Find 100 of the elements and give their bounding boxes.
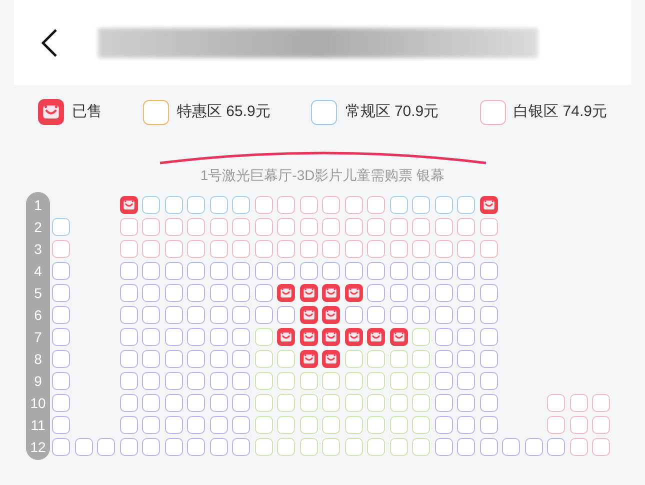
- seat[interactable]: [277, 438, 295, 456]
- seat[interactable]: [480, 372, 498, 390]
- seat[interactable]: [434, 328, 452, 346]
- seat[interactable]: [322, 438, 340, 456]
- seat[interactable]: [232, 328, 250, 346]
- seat[interactable]: [164, 416, 182, 434]
- seat[interactable]: [187, 262, 205, 280]
- seat[interactable]: [300, 416, 318, 434]
- seat[interactable]: [367, 240, 385, 258]
- seat[interactable]: [164, 328, 182, 346]
- seat[interactable]: [187, 350, 205, 368]
- seat[interactable]: [187, 416, 205, 434]
- seat[interactable]: [52, 350, 70, 368]
- seat[interactable]: [367, 350, 385, 368]
- seat[interactable]: [480, 438, 498, 456]
- seat[interactable]: [344, 262, 362, 280]
- seat[interactable]: [547, 394, 565, 412]
- seat[interactable]: [412, 262, 430, 280]
- seat[interactable]: [457, 416, 475, 434]
- seat[interactable]: [480, 262, 498, 280]
- seat[interactable]: [480, 284, 498, 302]
- seat[interactable]: [210, 196, 228, 214]
- seat[interactable]: [480, 218, 498, 236]
- seat[interactable]: [367, 284, 385, 302]
- seat[interactable]: [367, 196, 385, 214]
- seat[interactable]: [120, 394, 138, 412]
- seat[interactable]: [164, 394, 182, 412]
- seat[interactable]: [412, 218, 430, 236]
- seat[interactable]: [480, 350, 498, 368]
- seat[interactable]: [254, 438, 272, 456]
- seat[interactable]: [210, 240, 228, 258]
- seat[interactable]: [344, 218, 362, 236]
- seat[interactable]: [457, 394, 475, 412]
- seat[interactable]: [164, 438, 182, 456]
- seat[interactable]: [52, 416, 70, 434]
- seat[interactable]: [120, 350, 138, 368]
- seat[interactable]: [344, 240, 362, 258]
- seat[interactable]: [142, 284, 160, 302]
- seat[interactable]: [232, 196, 250, 214]
- seat[interactable]: [480, 240, 498, 258]
- seat[interactable]: [164, 284, 182, 302]
- seat[interactable]: [254, 218, 272, 236]
- seat[interactable]: [434, 262, 452, 280]
- seat[interactable]: [367, 218, 385, 236]
- seat[interactable]: [390, 438, 408, 456]
- seat[interactable]: [390, 416, 408, 434]
- seat[interactable]: [390, 306, 408, 324]
- seat[interactable]: [344, 306, 362, 324]
- seat[interactable]: [120, 372, 138, 390]
- seat[interactable]: [254, 240, 272, 258]
- seat[interactable]: [187, 306, 205, 324]
- seat[interactable]: [300, 218, 318, 236]
- seat[interactable]: [277, 350, 295, 368]
- seat[interactable]: [187, 240, 205, 258]
- seat[interactable]: [300, 262, 318, 280]
- seat[interactable]: [434, 240, 452, 258]
- seat[interactable]: [412, 438, 430, 456]
- seat[interactable]: [142, 218, 160, 236]
- seat[interactable]: [142, 240, 160, 258]
- seat[interactable]: [457, 350, 475, 368]
- seat[interactable]: [390, 284, 408, 302]
- seat[interactable]: [412, 328, 430, 346]
- seat[interactable]: [457, 438, 475, 456]
- seat[interactable]: [120, 438, 138, 456]
- seat[interactable]: [570, 394, 588, 412]
- seat[interactable]: [480, 394, 498, 412]
- seat[interactable]: [592, 438, 610, 456]
- back-icon[interactable]: [40, 28, 58, 58]
- seat[interactable]: [164, 262, 182, 280]
- seat[interactable]: [480, 306, 498, 324]
- seat[interactable]: [547, 416, 565, 434]
- seat[interactable]: [457, 240, 475, 258]
- seat[interactable]: [434, 438, 452, 456]
- seat[interactable]: [232, 262, 250, 280]
- seat[interactable]: [120, 218, 138, 236]
- seat[interactable]: [277, 372, 295, 390]
- seat[interactable]: [52, 372, 70, 390]
- seat[interactable]: [187, 284, 205, 302]
- seat[interactable]: [164, 240, 182, 258]
- seat[interactable]: [120, 284, 138, 302]
- seat[interactable]: [547, 438, 565, 456]
- seat[interactable]: [322, 240, 340, 258]
- seat[interactable]: [74, 438, 92, 456]
- seat[interactable]: [254, 394, 272, 412]
- seat[interactable]: [210, 438, 228, 456]
- seat[interactable]: [120, 240, 138, 258]
- seat[interactable]: [187, 394, 205, 412]
- seat[interactable]: [344, 394, 362, 412]
- seat[interactable]: [277, 240, 295, 258]
- seat[interactable]: [254, 328, 272, 346]
- seat[interactable]: [187, 372, 205, 390]
- seat[interactable]: [142, 438, 160, 456]
- seat[interactable]: [434, 218, 452, 236]
- seat[interactable]: [300, 438, 318, 456]
- seat[interactable]: [367, 394, 385, 412]
- seat[interactable]: [300, 196, 318, 214]
- seat[interactable]: [142, 306, 160, 324]
- seat[interactable]: [412, 196, 430, 214]
- seat[interactable]: [232, 350, 250, 368]
- seat[interactable]: [210, 350, 228, 368]
